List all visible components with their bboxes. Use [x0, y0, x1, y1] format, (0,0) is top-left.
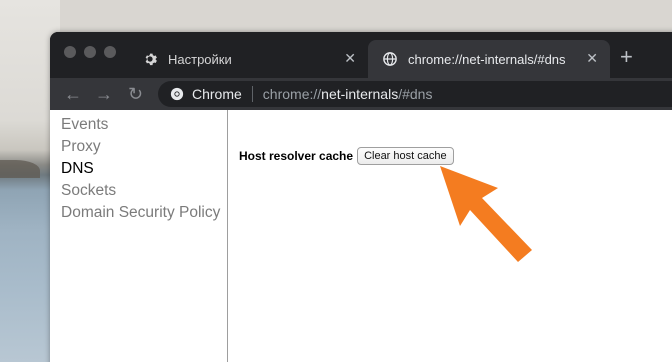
new-tab-button[interactable]: +	[620, 46, 633, 68]
reload-button[interactable]: ↻	[128, 83, 143, 105]
back-button[interactable]: ←	[64, 83, 82, 105]
omnibox-divider	[251, 86, 253, 102]
globe-icon	[382, 51, 398, 67]
tab-label: chrome://net-internals/#dns	[408, 51, 566, 67]
site-name: Chrome	[192, 86, 242, 102]
host-resolver-label: Host resolver cache	[239, 149, 354, 163]
annotation-arrow-icon	[440, 166, 532, 262]
chrome-icon	[170, 87, 184, 101]
close-tab-icon[interactable]: ✕	[344, 50, 356, 67]
url-path: /#dns	[398, 86, 433, 102]
browser-toolbar: ← → ↻ Chrome chrome:// net-internals /#d…	[50, 78, 672, 110]
close-tab-icon[interactable]: ✕	[586, 50, 598, 67]
sidebar-item-events[interactable]: Events	[50, 114, 227, 136]
sidebar-item-dns[interactable]: DNS	[50, 158, 227, 180]
url-host: net-internals	[321, 86, 399, 102]
tab-settings[interactable]: Настройки ✕	[128, 40, 368, 78]
tab-net-internals[interactable]: chrome://net-internals/#dns ✕	[368, 40, 610, 78]
gear-icon	[142, 51, 158, 67]
address-bar[interactable]: Chrome chrome:// net-internals /#dns	[158, 81, 672, 107]
maximize-window-button[interactable]	[104, 46, 116, 58]
tab-label: Настройки	[168, 51, 232, 67]
sidebar-item-sockets[interactable]: Sockets	[50, 180, 227, 202]
minimize-window-button[interactable]	[84, 46, 96, 58]
browser-window: Настройки ✕ chrome://net-internals/#dns …	[50, 32, 672, 362]
forward-button[interactable]: →	[95, 83, 113, 105]
sidebar-item-proxy[interactable]: Proxy	[50, 136, 227, 158]
close-window-button[interactable]	[64, 46, 76, 58]
url-scheme: chrome://	[262, 86, 322, 102]
title-bar: Настройки ✕ chrome://net-internals/#dns …	[50, 32, 672, 78]
page-content: Events Proxy DNS Sockets Domain Security…	[50, 110, 672, 362]
sidebar-item-domain-security-policy[interactable]: Domain Security Policy	[50, 202, 227, 224]
net-internals-sidebar: Events Proxy DNS Sockets Domain Security…	[50, 110, 228, 362]
